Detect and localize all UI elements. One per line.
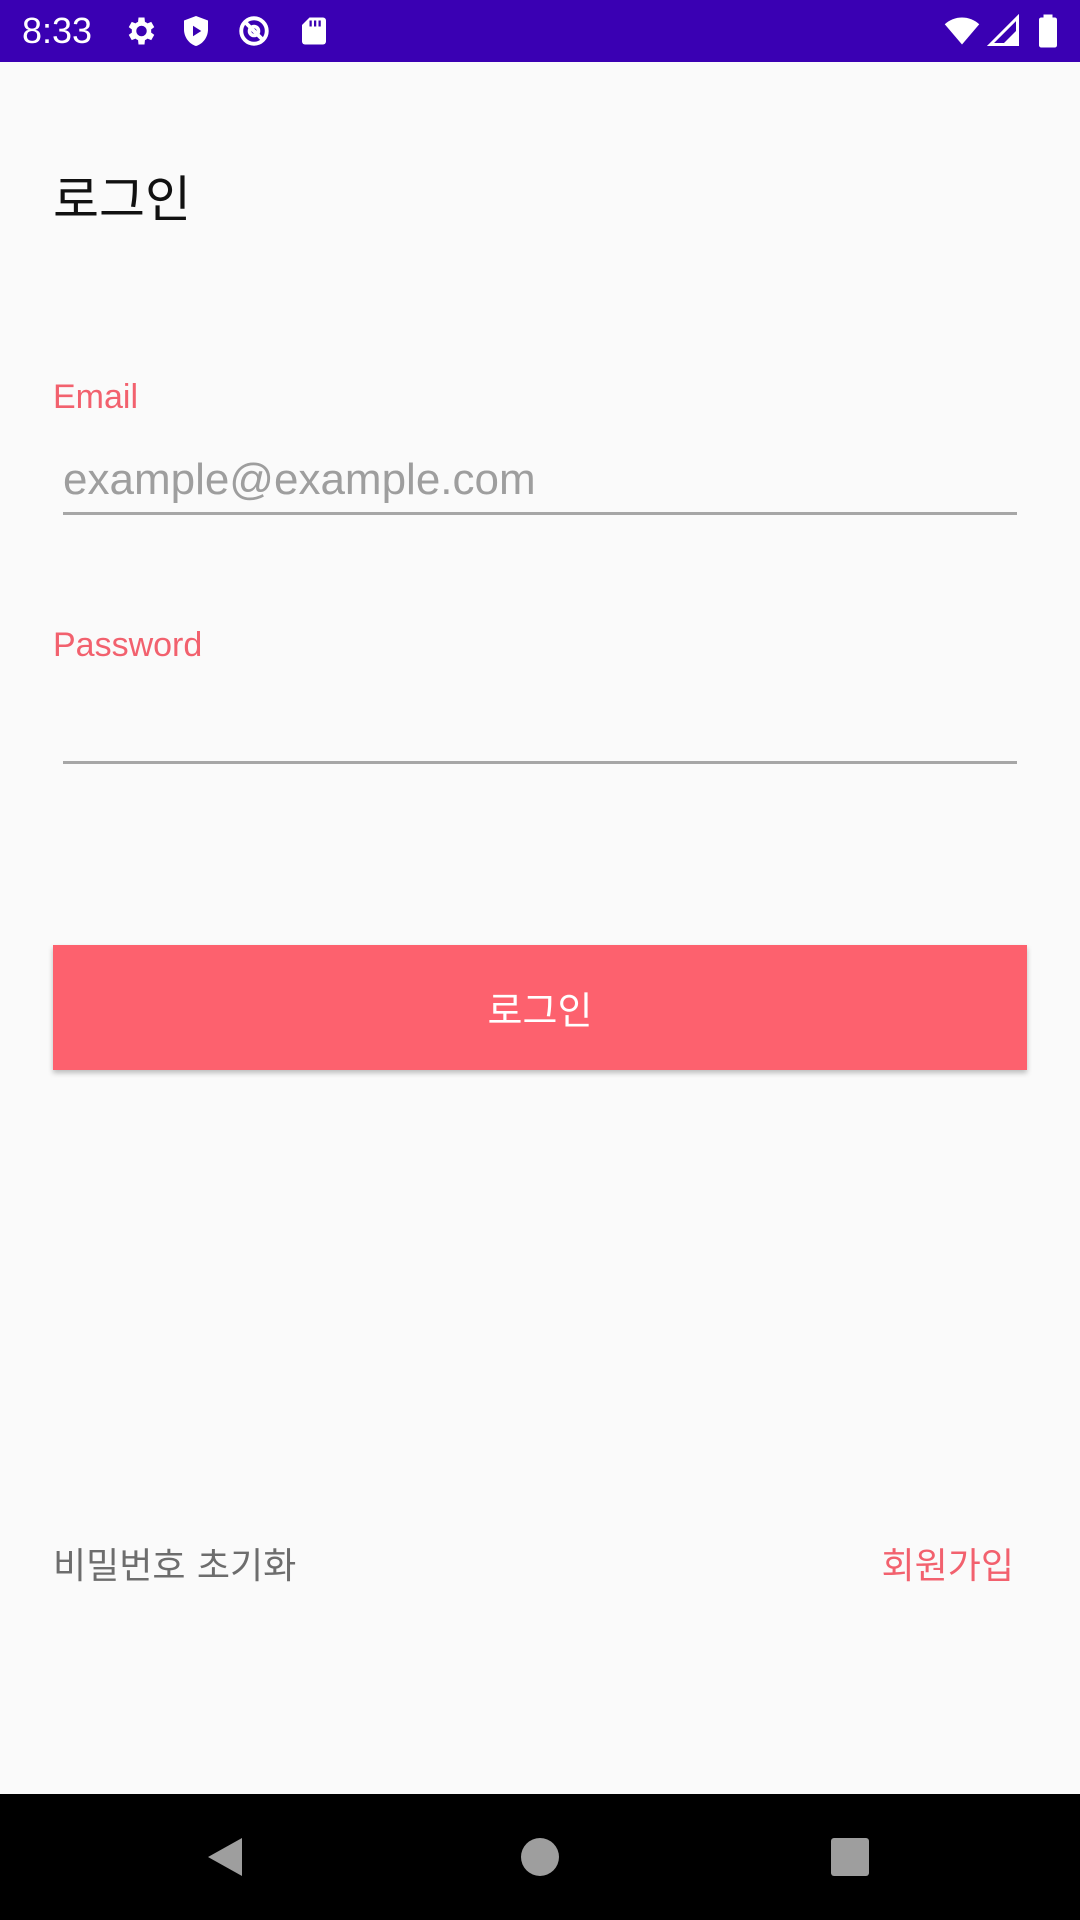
status-time: 8:33 [22, 10, 93, 51]
status-bar: 8:33 [0, 0, 1080, 62]
cell-signal-icon [986, 13, 1022, 49]
battery-icon [1030, 13, 1066, 49]
back-icon[interactable] [200, 1832, 250, 1882]
password-field[interactable] [63, 697, 1017, 764]
email-label: Email [53, 378, 139, 416]
page-title: 로그인 [53, 171, 191, 229]
shield-play-icon [178, 13, 214, 49]
recents-icon[interactable] [825, 1832, 875, 1882]
password-label: Password [53, 626, 203, 664]
signup-link[interactable]: 회원가입 [882, 1545, 1014, 1589]
login-button[interactable]: 로그인 [53, 945, 1027, 1070]
wifi-icon [944, 13, 980, 49]
navigation-bar [0, 1794, 1080, 1920]
home-icon[interactable] [515, 1832, 565, 1882]
email-field[interactable] [63, 448, 1017, 515]
sd-card-icon [296, 13, 332, 49]
gear-icon [122, 13, 158, 49]
no-sync-icon [236, 13, 272, 49]
reset-password-link[interactable]: 비밀번호 초기화 [53, 1545, 296, 1589]
